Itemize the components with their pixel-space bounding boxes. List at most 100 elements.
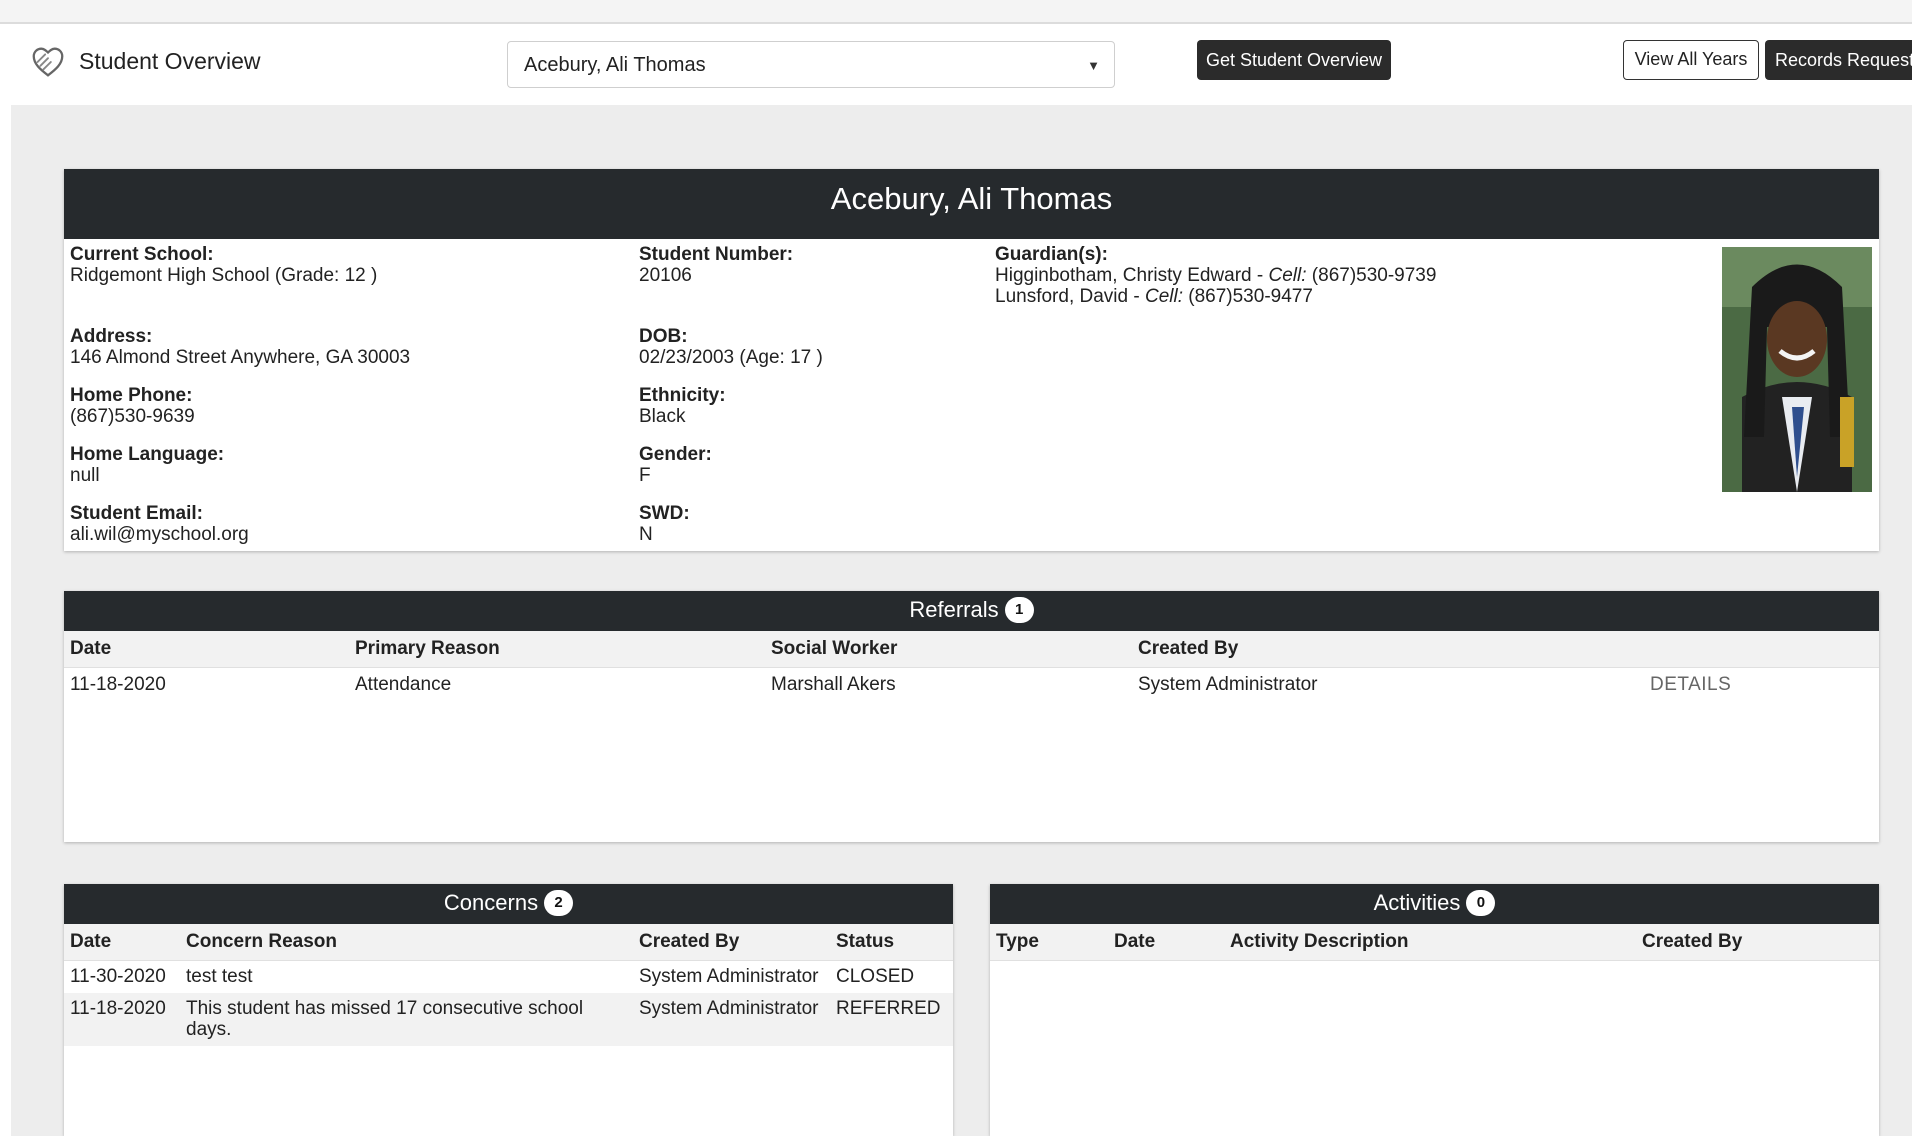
column-header-activity-description[interactable]: Activity Description: [1224, 924, 1636, 961]
student-select[interactable]: Acebury, Ali Thomas ▼: [507, 41, 1115, 88]
view-all-years-button[interactable]: View All Years: [1623, 40, 1759, 80]
gender-value: F: [639, 465, 651, 486]
referrals-title: Referrals: [909, 597, 999, 622]
dob-value: 02/23/2003 (Age: 17 ): [639, 347, 823, 368]
referrals-header: Referrals 1: [64, 591, 1879, 631]
guardians-field: Guardian(s): Higginbotham, Christy Edwar…: [995, 244, 1436, 307]
concerns-count-badge: 2: [544, 890, 574, 917]
swd-field: SWD: N: [639, 503, 690, 545]
table-header-row: Date Primary Reason Social Worker Create…: [64, 631, 1879, 668]
guardian-name: Lunsford, David -: [995, 286, 1145, 307]
concern-created-by: System Administrator: [633, 992, 830, 1046]
column-header-primary-reason[interactable]: Primary Reason: [349, 631, 765, 668]
address-field: Address: 146 Almond Street Anywhere, GA …: [70, 326, 410, 368]
address-label: Address:: [70, 326, 153, 347]
referral-reason: Attendance: [349, 667, 765, 701]
table-row: 11-18-2020 Attendance Marshall Akers Sys…: [64, 667, 1879, 701]
cell-label: Cell:: [1144, 286, 1183, 307]
referral-social-worker: Marshall Akers: [765, 667, 1132, 701]
hands-heart-icon[interactable]: [29, 43, 67, 81]
concerns-header: Concerns 2: [64, 884, 953, 924]
concern-reason: This student has missed 17 consecutive s…: [180, 992, 633, 1046]
records-request-button[interactable]: Records Request: [1765, 40, 1912, 80]
home-phone-value: (867)530-9639: [70, 406, 195, 427]
home-phone-label: Home Phone:: [70, 385, 193, 406]
guardians-label: Guardian(s):: [995, 244, 1108, 265]
concerns-title: Concerns: [443, 890, 539, 915]
table-header-row: Type Date Activity Description Created B…: [990, 924, 1879, 961]
student-number-field: Student Number: 20106: [639, 244, 793, 286]
current-school-field: Current School: Ridgemont High School (G…: [70, 244, 377, 286]
referral-date: 11-18-2020: [64, 667, 349, 701]
concern-date: 11-30-2020: [64, 960, 180, 993]
referrals-card: Referrals 1 Date Primary Reason Social Wo…: [64, 591, 1879, 842]
student-name-header: Acebury, Ali Thomas: [64, 169, 1879, 239]
table-row: 11-18-2020 This student has missed 17 co…: [64, 992, 953, 1046]
current-school-label: Current School:: [70, 244, 214, 265]
concern-reason: test test: [180, 960, 633, 993]
column-header-social-worker[interactable]: Social Worker: [765, 631, 1132, 668]
column-header-created-by[interactable]: Created By: [1636, 924, 1879, 961]
student-email-label: Student Email:: [70, 503, 204, 524]
column-header-created-by[interactable]: Created By: [633, 924, 830, 961]
column-header-status[interactable]: Status: [830, 924, 953, 961]
column-header-type[interactable]: Type: [990, 924, 1108, 961]
column-header-concern-reason[interactable]: Concern Reason: [180, 924, 633, 961]
activities-card: Activities 0 Type Date Activity Descripti…: [990, 884, 1879, 1136]
student-select-value: Acebury, Ali Thomas: [524, 54, 706, 76]
student-photo: [1722, 247, 1872, 492]
table-row: 11-30-2020 test test System Administrato…: [64, 960, 953, 993]
swd-label: SWD:: [639, 503, 690, 524]
caret-down-icon: ▼: [1087, 58, 1100, 73]
guardian-cell: (867)530-9739: [1306, 265, 1437, 286]
dob-field: DOB: 02/23/2003 (Age: 17 ): [639, 326, 823, 368]
concern-created-by: System Administrator: [633, 960, 830, 993]
concerns-card: Concerns 2 Date Concern Reason Created By…: [64, 884, 953, 1136]
student-number-label: Student Number:: [639, 244, 794, 265]
swd-value: N: [639, 524, 653, 545]
student-photo-image: [1722, 247, 1872, 492]
ethnicity-value: Black: [639, 406, 686, 427]
cell-label: Cell:: [1268, 265, 1307, 286]
app-title: Student Overview: [79, 48, 261, 74]
dob-label: DOB:: [639, 326, 688, 347]
address-value: 146 Almond Street Anywhere, GA 30003: [70, 347, 411, 368]
activities-title: Activities: [1373, 890, 1461, 915]
referrals-count-badge: 1: [1004, 597, 1034, 624]
ethnicity-label: Ethnicity:: [639, 385, 726, 406]
student-email-field: Student Email: ali.wil@myschool.org: [70, 503, 249, 545]
column-header-actions: [1644, 631, 1879, 668]
concern-status: CLOSED: [830, 960, 953, 993]
student-profile-card: Acebury, Ali Thomas Current School: Ridg…: [64, 169, 1879, 551]
get-student-overview-button[interactable]: Get Student Overview: [1197, 40, 1391, 80]
referral-created-by: System Administrator: [1132, 667, 1644, 701]
guardian-line: Lunsford, David - Cell: (867)530-9477: [995, 286, 1436, 307]
referral-details-link[interactable]: DETAILS: [1644, 667, 1879, 701]
column-header-date[interactable]: Date: [1108, 924, 1224, 961]
ethnicity-field: Ethnicity: Black: [639, 385, 726, 427]
home-language-value: null: [70, 465, 100, 486]
home-language-label: Home Language:: [70, 444, 225, 465]
home-language-field: Home Language: null: [70, 444, 224, 486]
column-header-created-by[interactable]: Created By: [1132, 631, 1644, 668]
column-header-date[interactable]: Date: [64, 631, 349, 668]
guardian-line: Higginbotham, Christy Edward - Cell: (86…: [995, 265, 1436, 286]
home-phone-field: Home Phone: (867)530-9639: [70, 385, 195, 427]
concerns-table: Date Concern Reason Created By Status 11…: [64, 924, 953, 1046]
current-school-value: Ridgemont High School (Grade: 12 ): [70, 265, 378, 286]
student-number-value: 20106: [639, 265, 692, 286]
gender-field: Gender: F: [639, 444, 712, 486]
top-header: Student Overview Acebury, Ali Thomas ▼ G…: [11, 24, 1912, 105]
activities-header: Activities 0: [990, 884, 1879, 924]
column-header-date[interactable]: Date: [64, 924, 180, 961]
concern-date: 11-18-2020: [64, 992, 180, 1046]
activities-count-badge: 0: [1466, 890, 1496, 917]
activities-table: Type Date Activity Description Created B…: [990, 924, 1879, 961]
guardian-cell: (867)530-9477: [1182, 286, 1313, 307]
table-header-row: Date Concern Reason Created By Status: [64, 924, 953, 961]
referrals-table: Date Primary Reason Social Worker Create…: [64, 631, 1879, 701]
gender-label: Gender:: [639, 444, 712, 465]
guardian-name: Higginbotham, Christy Edward -: [995, 265, 1269, 286]
top-strip: [0, 0, 1912, 24]
left-strip: [0, 24, 11, 1136]
